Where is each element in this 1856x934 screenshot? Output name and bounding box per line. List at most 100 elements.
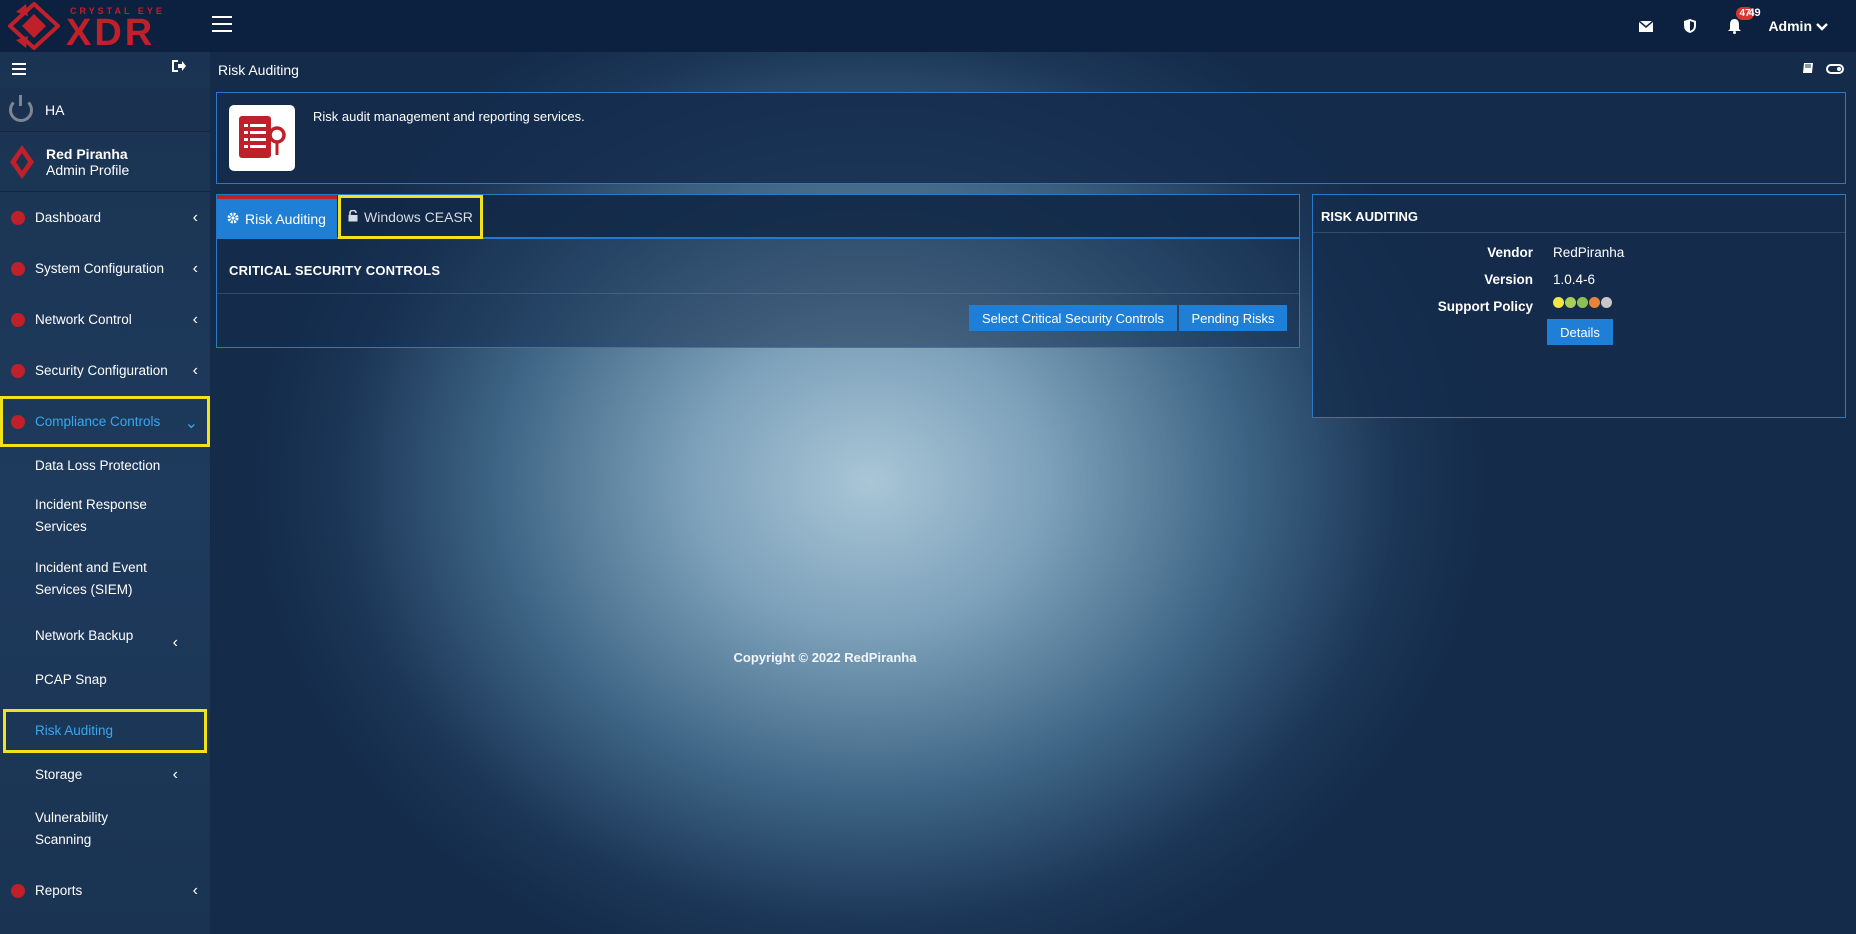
- main-menu-toggle-icon[interactable]: [212, 16, 232, 34]
- vendor-label: Vendor: [1487, 245, 1533, 260]
- version-value: 1.0.4-6: [1553, 272, 1596, 287]
- sidebar-subitem-label: Data Loss Protection: [35, 458, 161, 473]
- admin-label: Admin: [1768, 18, 1812, 34]
- sidebar-item-ha[interactable]: HA: [0, 88, 210, 132]
- logout-icon[interactable]: [172, 60, 186, 75]
- profile-role: Admin Profile: [46, 162, 130, 178]
- admin-user-menu[interactable]: Admin: [1756, 18, 1856, 34]
- panel-divider: [1313, 232, 1845, 233]
- power-icon: [9, 94, 33, 122]
- chevron-down-icon: [1816, 18, 1828, 34]
- support-dot: [1577, 297, 1588, 308]
- sidebar-subitem-label: Risk Auditing: [35, 723, 114, 738]
- tab-risk-auditing[interactable]: Risk Auditing: [217, 195, 337, 239]
- top-bar: CRYSTAL EYE XDR 47 49 Admin: [0, 0, 1856, 52]
- network-control-icon: [11, 312, 25, 327]
- vendor-value: RedPiranha: [1553, 245, 1625, 260]
- tabs-bar: Risk Auditing Windows CEASR: [217, 195, 1299, 239]
- sidebar-subitem-storage[interactable]: Storage ‹: [0, 753, 210, 797]
- main-content: Risk Auditing Risk audit management and …: [210, 52, 1856, 934]
- sidebar-item-label: Reports: [35, 883, 83, 898]
- sidebar-subitem-risk-auditing[interactable]: Risk Auditing: [3, 709, 207, 753]
- tab-label: Windows CEASR: [364, 209, 473, 225]
- sidebar-subitem-label: Storage: [35, 767, 83, 782]
- sidebar-item-security-configuration[interactable]: Security Configuration ‹: [0, 345, 210, 396]
- risk-audit-module-icon: [229, 105, 295, 171]
- support-dot: [1565, 297, 1576, 308]
- sidebar-item-label: Dashboard: [35, 210, 102, 225]
- sidebar-subitem-network-backup[interactable]: Network Backup ‹: [0, 621, 210, 665]
- ha-label: HA: [45, 101, 65, 118]
- bell-icon[interactable]: 47 49: [1712, 0, 1761, 52]
- support-dot: [1601, 297, 1612, 308]
- sidebar-item-label: System Configuration: [35, 261, 165, 276]
- support-policy-indicator: [1553, 297, 1612, 308]
- sidebar-item-label: Security Configuration: [35, 363, 168, 378]
- chevron-left-icon: ‹: [192, 311, 198, 328]
- version-label: Version: [1484, 272, 1533, 287]
- profile-name: Red Piranha: [46, 146, 128, 162]
- notifications-count: 49: [1748, 7, 1761, 19]
- sidebar-subitem-siem[interactable]: Incident and Event Services (SIEM): [0, 557, 160, 621]
- chevron-left-icon: ‹: [192, 209, 198, 226]
- sidebar-subitem-label: Network Backup: [35, 628, 134, 643]
- security-configuration-icon: [11, 363, 25, 378]
- sidebar: HA Red Piranha Admin Profile Dashboard ‹…: [0, 52, 210, 934]
- section-title: CRITICAL SECURITY CONTROLS: [229, 263, 441, 278]
- envelope-icon[interactable]: [1624, 0, 1668, 52]
- support-dot: [1553, 297, 1564, 308]
- section-divider: [217, 293, 1299, 294]
- unlock-icon: [348, 209, 358, 225]
- shield-icon[interactable]: [1668, 0, 1712, 52]
- chevron-left-icon: ‹: [192, 260, 198, 277]
- support-dot: [1589, 297, 1600, 308]
- details-button[interactable]: Details: [1547, 319, 1613, 345]
- sidebar-item-compliance-controls[interactable]: Compliance Controls ⌄: [0, 396, 210, 447]
- module-description: Risk audit management and reporting serv…: [313, 109, 585, 124]
- red-piranha-logo-icon: [10, 145, 34, 179]
- sidebar-subitem-vulnerability-scanning[interactable]: Vulnerability Scanning: [0, 797, 140, 865]
- chevron-left-icon: ‹: [192, 882, 198, 899]
- logo-mark-icon: [7, 1, 61, 51]
- sidebar-subitem-incident-response-services[interactable]: Incident Response Services: [0, 491, 160, 557]
- book-icon[interactable]: [1802, 62, 1814, 77]
- compliance-controls-icon: [11, 414, 25, 429]
- logo-product: XDR: [66, 12, 156, 54]
- sidebar-item-label: Network Control: [35, 312, 132, 327]
- copyright-footer: Copyright © 2022 RedPiranha: [733, 650, 917, 665]
- crystal-eye-xdr-logo[interactable]: CRYSTAL EYE XDR: [7, 1, 178, 54]
- sidebar-item-dashboard[interactable]: Dashboard ‹: [0, 192, 210, 243]
- system-configuration-icon: [11, 261, 25, 276]
- sidebar-collapse-icon[interactable]: [12, 63, 26, 78]
- chevron-left-icon: ‹: [172, 634, 178, 651]
- select-critical-security-controls-button[interactable]: Select Critical Security Controls: [969, 305, 1177, 331]
- gear-icon: [227, 211, 239, 227]
- chevron-left-icon: ‹: [172, 766, 178, 783]
- tab-label: Risk Auditing: [245, 211, 326, 227]
- chevron-down-icon: ⌄: [184, 415, 198, 432]
- sidebar-item-system-configuration[interactable]: System Configuration ‹: [0, 243, 210, 294]
- sidebar-item-reports[interactable]: Reports ‹: [0, 865, 210, 916]
- tabs-panel: Risk Auditing Windows CEASR CRITICAL SEC…: [216, 194, 1300, 348]
- sidebar-subitem-label: Vulnerability Scanning: [35, 810, 109, 847]
- support-policy-label: Support Policy: [1437, 299, 1533, 314]
- sidebar-subitem-label: Incident Response Services: [35, 497, 147, 534]
- sidebar-subitem-label: PCAP Snap: [35, 672, 107, 687]
- panel-title: RISK AUDITING: [1321, 209, 1419, 224]
- sidebar-item-network-control[interactable]: Network Control ‹: [0, 294, 210, 345]
- toggle-icon[interactable]: [1826, 64, 1844, 74]
- chevron-left-icon: ‹: [192, 362, 198, 379]
- page-title: Risk Auditing: [218, 62, 299, 78]
- sidebar-subitem-pcap-snap[interactable]: PCAP Snap: [0, 665, 210, 709]
- sidebar-subitem-data-loss-protection[interactable]: Data Loss Protection: [0, 447, 210, 491]
- module-details-panel: RISK AUDITING Vendor RedPiranha Version …: [1312, 194, 1846, 418]
- tab-windows-ceasr[interactable]: Windows CEASR: [338, 195, 483, 239]
- sidebar-item-label: Compliance Controls: [35, 414, 161, 429]
- module-info-box: Risk audit management and reporting serv…: [216, 92, 1846, 184]
- dashboard-icon: [11, 210, 25, 225]
- pending-risks-button[interactable]: Pending Risks: [1179, 305, 1287, 331]
- reports-icon: [11, 883, 25, 898]
- page-header: Risk Auditing: [210, 52, 1856, 88]
- sidebar-subitem-label: Incident and Event Services (SIEM): [35, 560, 147, 597]
- profile-block[interactable]: Red Piranha Admin Profile: [0, 132, 210, 192]
